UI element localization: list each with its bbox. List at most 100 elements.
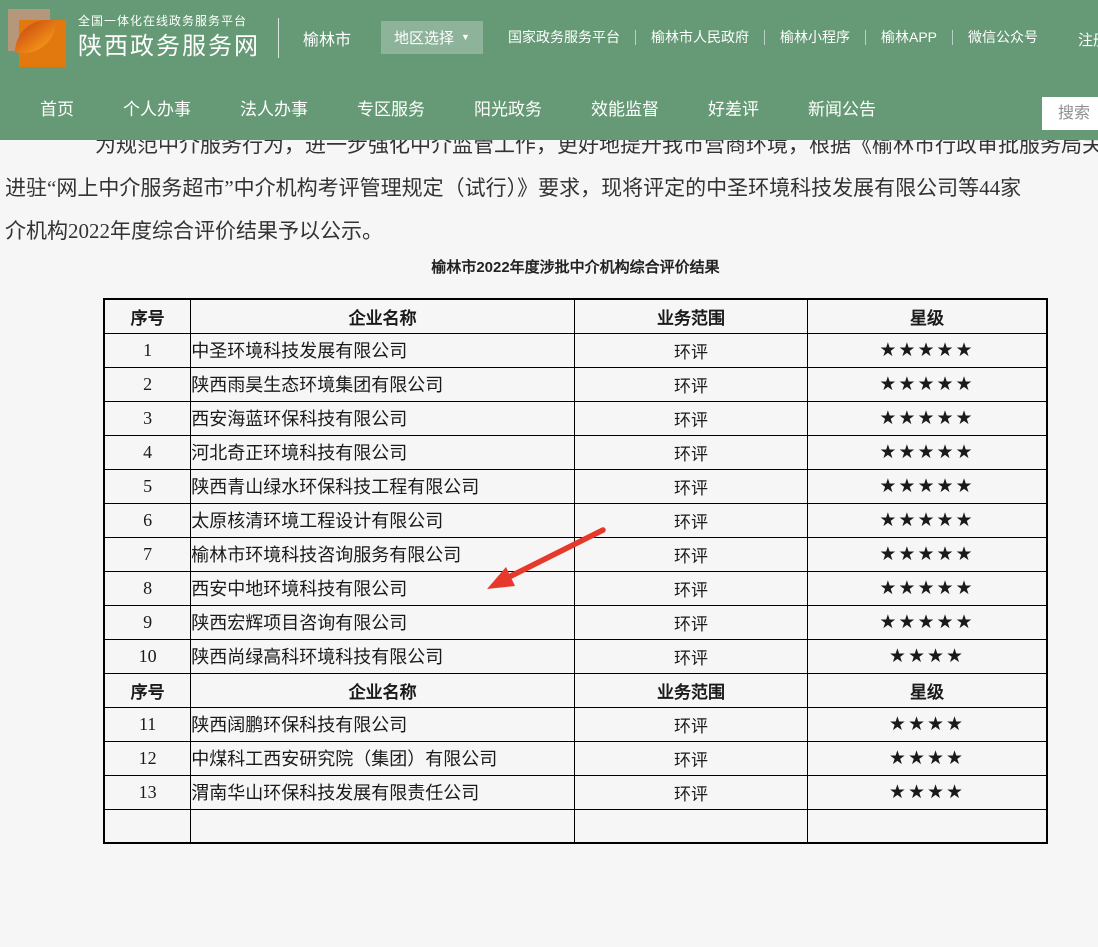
nav-item[interactable]: 效能监督	[591, 95, 659, 120]
company-name: 陕西阔鹏环保科技有限公司	[191, 707, 575, 741]
site-name: 陕西政务服务网	[78, 32, 260, 62]
table-row: 2陕西雨昊生态环境集团有限公司环评★★★★★	[104, 367, 1047, 401]
region-select-label: 地区选择	[394, 27, 454, 48]
star-rating: ★★★★★	[807, 435, 1047, 469]
table-row: 11陕西阔鹏环保科技有限公司环评★★★★	[104, 707, 1047, 741]
table-header-row: 序号企业名称业务范围星级	[104, 673, 1047, 707]
empty-cell	[807, 809, 1047, 843]
nav-item[interactable]: 首页	[40, 95, 74, 120]
column-header: 序号	[104, 673, 191, 707]
masthead: 全国一体化在线政务服务平台 陕西政务服务网 榆林市 地区选择 ▼ 国家政务服务平…	[0, 0, 1098, 140]
top-link[interactable]: 榆林市人民政府	[635, 30, 764, 45]
business-scope: 环评	[575, 605, 808, 639]
nav-item[interactable]: 个人办事	[123, 95, 191, 120]
empty-cell	[575, 809, 808, 843]
empty-cell	[104, 809, 191, 843]
top-link[interactable]: 榆林小程序	[764, 30, 865, 45]
nav-item[interactable]: 新闻公告	[808, 95, 876, 120]
evaluation-table: 序号企业名称业务范围星级 1中圣环境科技发展有限公司环评★★★★★2陕西雨昊生态…	[103, 298, 1048, 844]
table-row: 9陕西宏辉项目咨询有限公司环评★★★★★	[104, 605, 1047, 639]
table-row: 3西安海蓝环保科技有限公司环评★★★★★	[104, 401, 1047, 435]
table-header-row: 序号企业名称业务范围星级	[104, 299, 1047, 333]
announcement-paragraph: 为规范中介服务行为，进一步强化中介监管工作，更好地提升我市营商环境，根据《榆林市…	[5, 124, 1098, 253]
company-name: 河北奇正环境科技有限公司	[191, 435, 575, 469]
table-row: 12中煤科工西安研究院（集团）有限公司环评★★★★	[104, 741, 1047, 775]
table-body: 1中圣环境科技发展有限公司环评★★★★★2陕西雨昊生态环境集团有限公司环评★★★…	[104, 333, 1047, 843]
company-name: 西安海蓝环保科技有限公司	[191, 401, 575, 435]
empty-cell	[191, 809, 575, 843]
company-name: 陕西宏辉项目咨询有限公司	[191, 605, 575, 639]
business-scope: 环评	[575, 435, 808, 469]
star-rating: ★★★★★	[807, 503, 1047, 537]
row-number: 13	[104, 775, 191, 809]
top-link[interactable]: 微信公众号	[952, 30, 1053, 45]
table-row: 13渭南华山环保科技发展有限责任公司环评★★★★	[104, 775, 1047, 809]
region-select-button[interactable]: 地区选择 ▼	[381, 21, 483, 54]
nav-item[interactable]: 好差评	[708, 95, 759, 120]
row-number: 11	[104, 707, 191, 741]
business-scope: 环评	[575, 707, 808, 741]
business-scope: 环评	[575, 503, 808, 537]
column-header: 星级	[807, 299, 1047, 333]
table-caption: 榆林市2022年度涉批中介机构综合评价结果	[103, 256, 1048, 277]
company-name: 西安中地环境科技有限公司	[191, 571, 575, 605]
business-scope: 环评	[575, 367, 808, 401]
site-logo[interactable]	[8, 9, 66, 67]
star-rating: ★★★★	[807, 707, 1047, 741]
header-row: 全国一体化在线政务服务平台 陕西政务服务网 榆林市 地区选择 ▼ 国家政务服务平…	[0, 0, 1098, 75]
star-rating: ★★★★★	[807, 469, 1047, 503]
row-number: 9	[104, 605, 191, 639]
header-divider	[278, 18, 279, 58]
table-row-clipped	[104, 809, 1047, 843]
business-scope: 环评	[575, 401, 808, 435]
row-number: 6	[104, 503, 191, 537]
row-number: 2	[104, 367, 191, 401]
row-number: 7	[104, 537, 191, 571]
row-number: 3	[104, 401, 191, 435]
business-scope: 环评	[575, 571, 808, 605]
table-head: 序号企业名称业务范围星级	[104, 299, 1047, 333]
row-number: 5	[104, 469, 191, 503]
business-scope: 环评	[575, 333, 808, 367]
nav-item[interactable]: 法人办事	[240, 95, 308, 120]
star-rating: ★★★★★	[807, 571, 1047, 605]
star-rating: ★★★★★	[807, 537, 1047, 571]
row-number: 8	[104, 571, 191, 605]
star-rating: ★★★★	[807, 639, 1047, 673]
business-scope: 环评	[575, 639, 808, 673]
table-row: 8西安中地环境科技有限公司环评★★★★★	[104, 571, 1047, 605]
column-header: 业务范围	[575, 299, 808, 333]
business-scope: 环评	[575, 741, 808, 775]
column-header: 星级	[807, 673, 1047, 707]
row-number: 1	[104, 333, 191, 367]
column-header: 序号	[104, 299, 191, 333]
paragraph-line: 进驻“网上中介服务超市”中介机构考评管理规定（试行）》要求，现将评定的中圣环境科…	[5, 167, 1098, 210]
business-scope: 环评	[575, 537, 808, 571]
company-name: 中煤科工西安研究院（集团）有限公司	[191, 741, 575, 775]
paragraph-line: 介机构2022年度综合评价结果予以公示。	[5, 210, 1098, 253]
search-input[interactable]	[1042, 97, 1098, 130]
main-nav: 首页 个人办事 法人办事 专区服务 阳光政务 效能监督 好差评 新闻公告	[0, 75, 1098, 140]
star-rating: ★★★★	[807, 741, 1047, 775]
nav-item[interactable]: 专区服务	[357, 95, 425, 120]
row-number: 12	[104, 741, 191, 775]
company-name: 渭南华山环保科技发展有限责任公司	[191, 775, 575, 809]
table-row: 1中圣环境科技发展有限公司环评★★★★★	[104, 333, 1047, 367]
table-row: 7榆林市环境科技咨询服务有限公司环评★★★★★	[104, 537, 1047, 571]
nav-item[interactable]: 阳光政务	[474, 95, 542, 120]
brand-block: 全国一体化在线政务服务平台 陕西政务服务网	[78, 14, 260, 62]
business-scope: 环评	[575, 469, 808, 503]
chevron-down-icon: ▼	[461, 33, 470, 42]
top-links: 国家政务服务平台榆林市人民政府榆林小程序榆林APP微信公众号	[493, 30, 1053, 45]
company-name: 中圣环境科技发展有限公司	[191, 333, 575, 367]
row-number: 4	[104, 435, 191, 469]
company-name: 太原核清环境工程设计有限公司	[191, 503, 575, 537]
page: 全国一体化在线政务服务平台 陕西政务服务网 榆林市 地区选择 ▼ 国家政务服务平…	[0, 0, 1098, 947]
top-link[interactable]: 榆林APP	[865, 30, 952, 45]
table-row: 6太原核清环境工程设计有限公司环评★★★★★	[104, 503, 1047, 537]
business-scope: 环评	[575, 775, 808, 809]
top-link[interactable]: 国家政务服务平台	[493, 30, 635, 45]
star-rating: ★★★★★	[807, 367, 1047, 401]
register-link[interactable]: 注册	[1078, 29, 1098, 50]
company-name: 榆林市环境科技咨询服务有限公司	[191, 537, 575, 571]
